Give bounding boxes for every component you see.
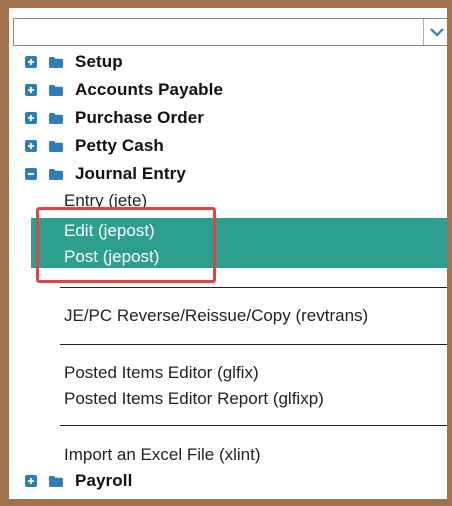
tree-label-setup: Setup (75, 52, 123, 71)
menu-panel: Setup Accounts Payable Purchase Order Pe… (9, 8, 447, 499)
expand-icon[interactable] (25, 112, 37, 124)
expand-icon[interactable] (25, 56, 37, 68)
chevron-down-icon (430, 28, 444, 37)
menu-divider (60, 287, 447, 288)
folder-icon (49, 56, 63, 68)
tree-node-journal-entry[interactable]: Journal Entry (25, 162, 186, 186)
expand-icon[interactable] (25, 84, 37, 96)
collapse-icon[interactable] (25, 168, 37, 180)
folder-icon (49, 168, 63, 180)
menu-item-posted-editor[interactable]: Posted Items Editor (glfix) (64, 363, 259, 383)
tree-label-journal-entry: Journal Entry (75, 164, 186, 183)
tree-node-accounts-payable[interactable]: Accounts Payable (25, 78, 223, 102)
menu-divider (60, 425, 447, 426)
tree-node-purchase-order[interactable]: Purchase Order (25, 106, 204, 130)
highlight-annotation (36, 207, 216, 283)
tree-node-payroll[interactable]: Payroll (25, 469, 132, 493)
folder-icon (49, 140, 63, 152)
tree-label-purchase-order: Purchase Order (75, 108, 204, 127)
menu-item-reverse[interactable]: JE/PC Reverse/Reissue/Copy (revtrans) (64, 306, 368, 326)
expand-icon[interactable] (25, 475, 37, 487)
menu-item-import-excel[interactable]: Import an Excel File (xlint) (64, 445, 261, 465)
tree-node-petty-cash[interactable]: Petty Cash (25, 134, 164, 158)
menu-item-posted-editor-report[interactable]: Posted Items Editor Report (glfixp) (64, 389, 324, 409)
tree-label-accounts-payable: Accounts Payable (75, 80, 224, 99)
folder-icon (49, 84, 63, 96)
expand-icon[interactable] (25, 140, 37, 152)
module-dropdown[interactable] (13, 18, 447, 46)
tree-label-petty-cash: Petty Cash (75, 136, 164, 155)
dropdown-toggle[interactable] (423, 19, 447, 45)
folder-icon (49, 475, 63, 487)
menu-divider (60, 344, 447, 345)
folder-icon (49, 112, 63, 124)
tree-label-payroll: Payroll (75, 471, 133, 490)
tree-node-setup[interactable]: Setup (25, 50, 123, 74)
